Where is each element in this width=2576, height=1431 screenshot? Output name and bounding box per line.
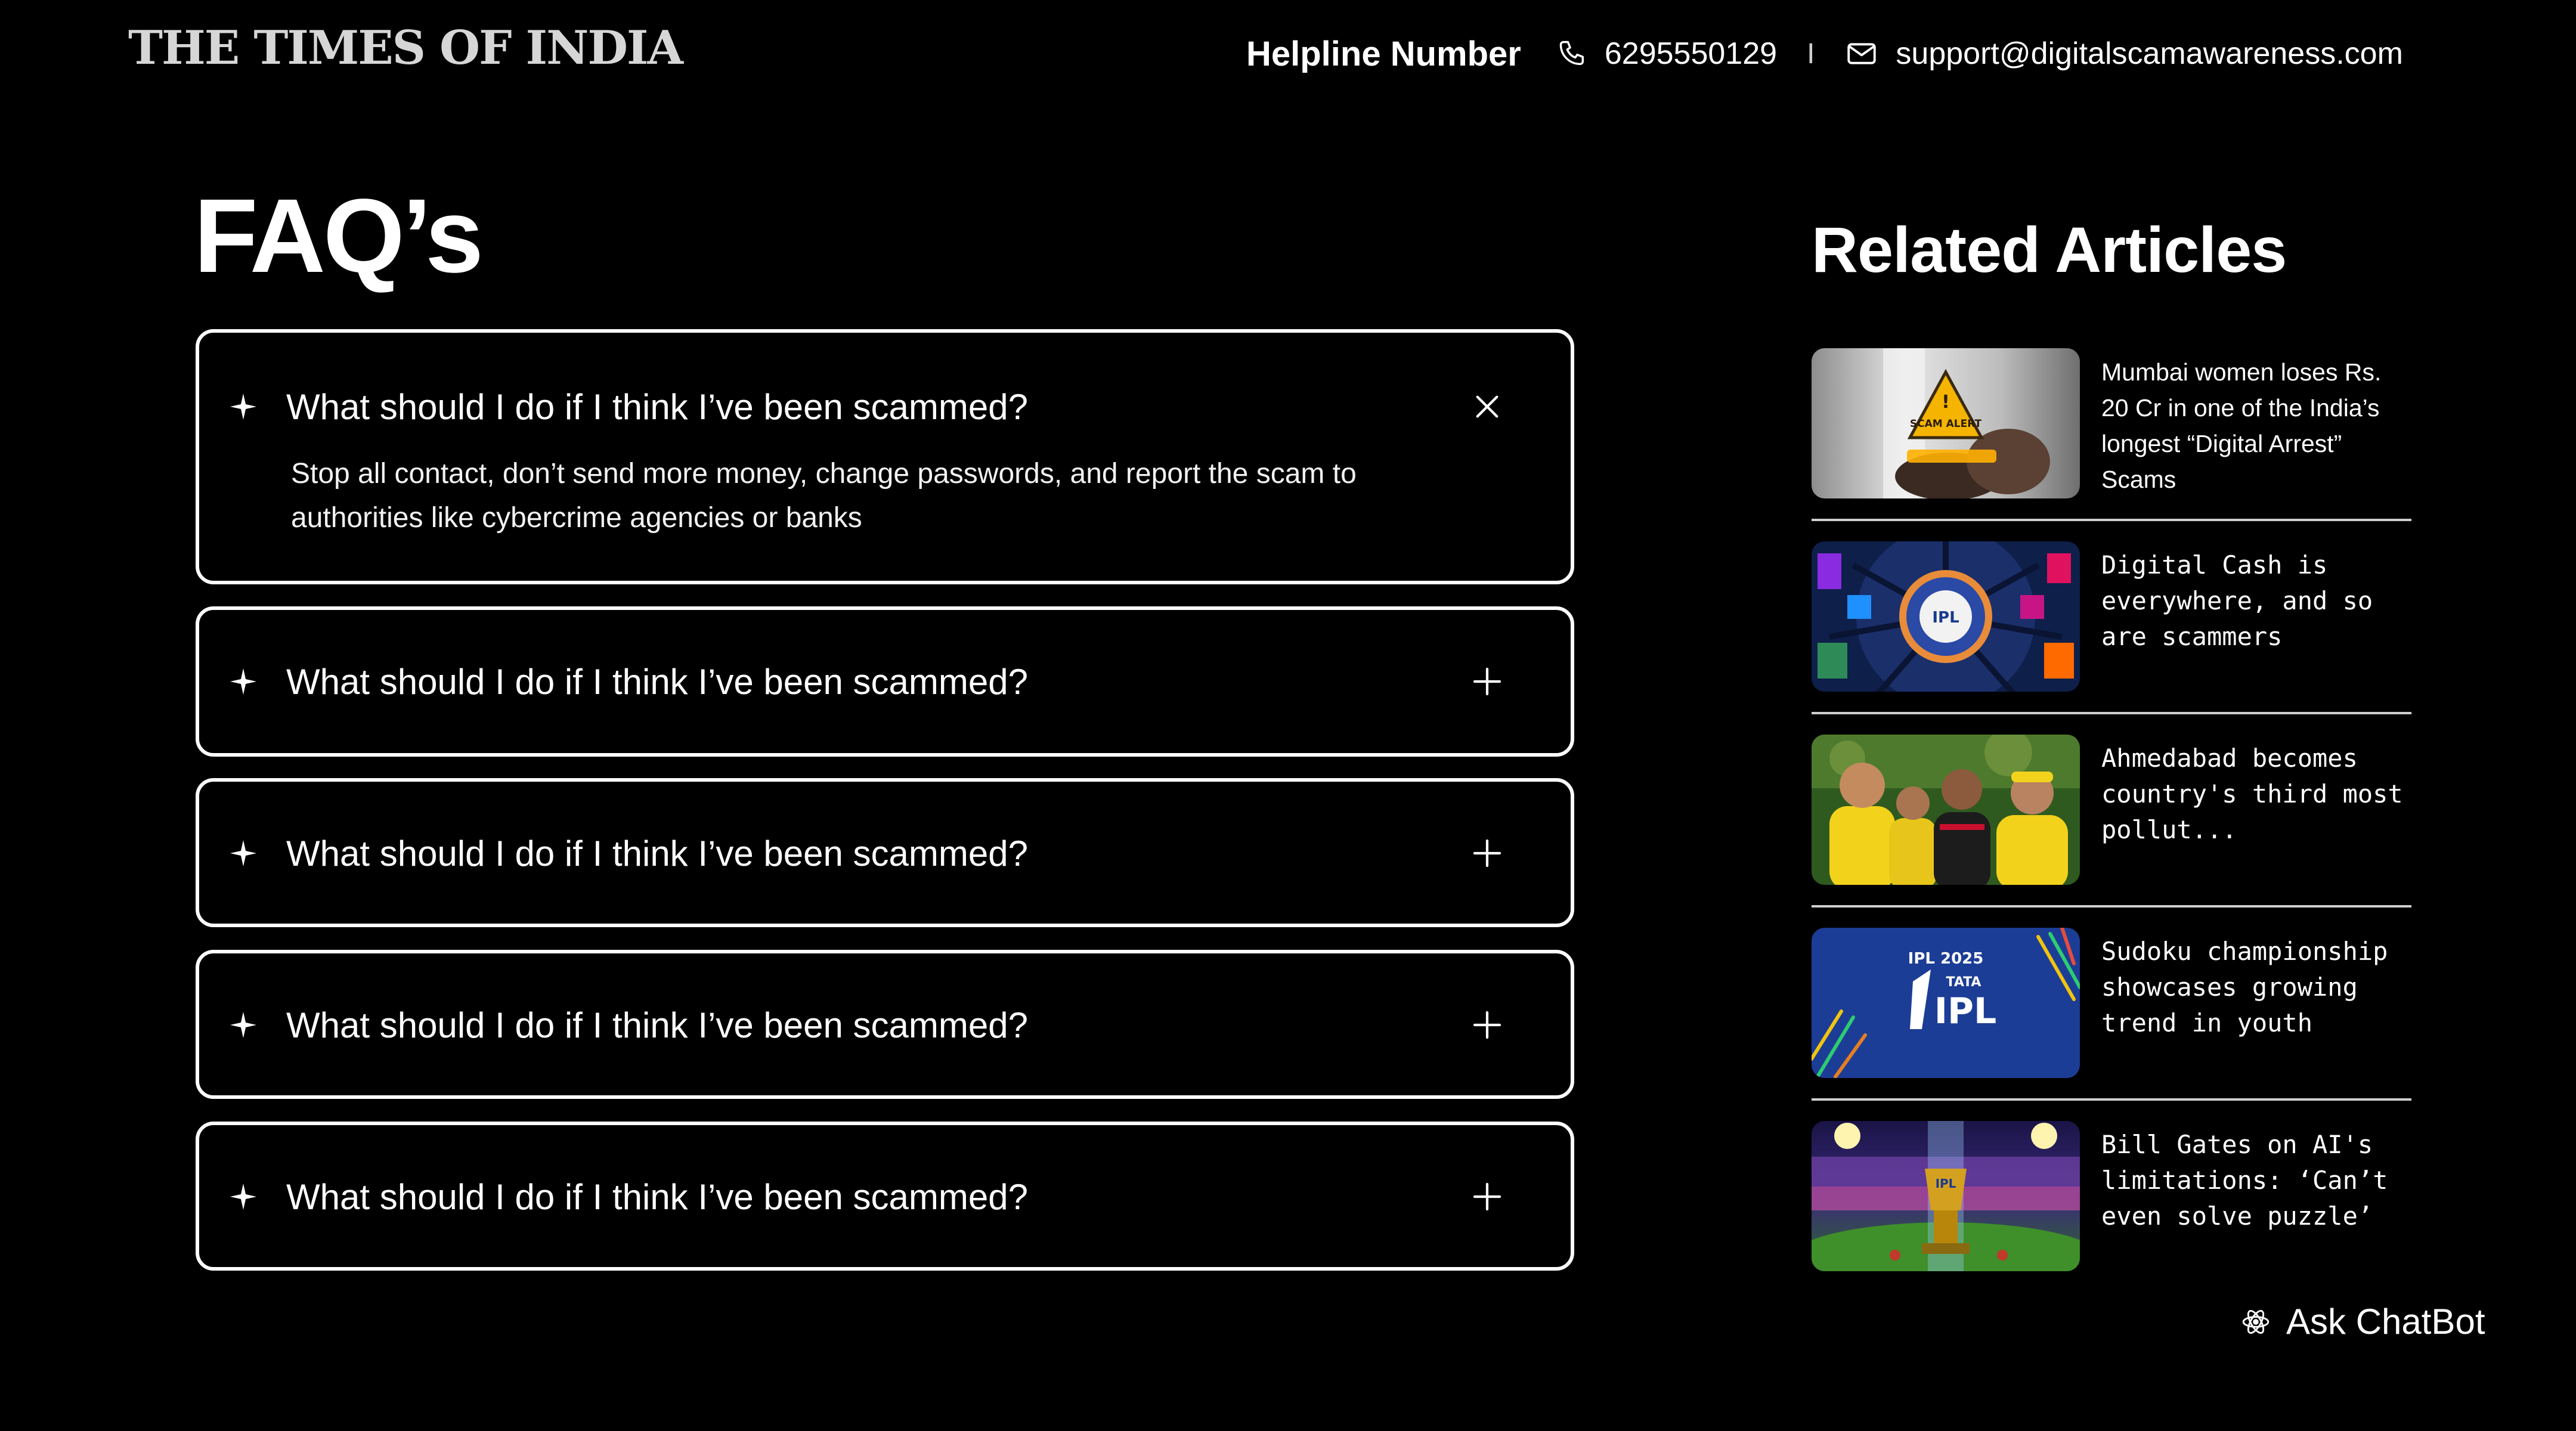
- tata-label: TATA: [1946, 975, 1981, 990]
- plus-icon[interactable]: [1470, 665, 1504, 698]
- ipl-stadium-thumbnail[interactable]: IPL: [1812, 1121, 2080, 1271]
- sparkle-icon: [230, 1012, 256, 1038]
- phone-number[interactable]: 6295550129: [1605, 36, 1777, 72]
- contact-bar: Helpline Number 6295550129 I support@dig…: [1246, 31, 2403, 76]
- ipl-2025-label: IPL 2025: [1908, 950, 1984, 968]
- faq-item[interactable]: What should I do if I think I’ve been sc…: [196, 606, 1574, 757]
- svg-text:!: !: [1942, 392, 1950, 413]
- close-icon[interactable]: [1470, 390, 1504, 423]
- faq-answer: Stop all contact, don’t send more money,…: [291, 458, 1357, 534]
- article-divider: [1812, 905, 2411, 907]
- article-title[interactable]: Mumbai women loses Rs. 20 Cr in one of t…: [2101, 354, 2411, 497]
- mail-icon: [1847, 43, 1877, 64]
- ipl-2025-logo-thumbnail[interactable]: IPL 2025 TATA IPL: [1812, 928, 2080, 1078]
- sparkle-icon: [230, 394, 256, 420]
- plus-icon[interactable]: [1470, 1008, 1504, 1042]
- support-email-link[interactable]: support@digitalscamawareness.com: [1896, 36, 2402, 72]
- related-article[interactable]: Ahmedabad becomes country's third most p…: [1812, 735, 2411, 885]
- faq-item[interactable]: What should I do if I think I’ve been sc…: [196, 950, 1574, 1099]
- article-title[interactable]: Sudoku championship showcases growing tr…: [2101, 934, 2411, 1041]
- contact-separator: I: [1807, 38, 1815, 70]
- ipl-logo-label: IPL: [1934, 990, 1997, 1032]
- faq-question-row[interactable]: What should I do if I think I’ve been sc…: [199, 989, 1571, 1061]
- faq-question: What should I do if I think I’ve been sc…: [286, 386, 1028, 427]
- sparkle-icon: [230, 668, 256, 695]
- sparkle-icon: [230, 840, 256, 866]
- stadium-ipl-label: IPL: [1936, 1176, 1956, 1191]
- faq-question-row[interactable]: What should I do if I think I’ve been sc…: [199, 817, 1571, 889]
- scam-alert-thumbnail[interactable]: ! SCAM ALERT: [1812, 348, 2080, 498]
- plus-icon[interactable]: [1470, 837, 1504, 870]
- faq-question-row[interactable]: What should I do if I think I’ve been sc…: [199, 371, 1571, 442]
- related-article[interactable]: ! SCAM ALERT Mumbai women loses Rs. 20 C…: [1812, 348, 2411, 498]
- chatbot-label[interactable]: Ask ChatBot: [2286, 1301, 2485, 1342]
- related-articles-title: Related Articles: [1812, 213, 2287, 286]
- article-divider: [1812, 1098, 2411, 1101]
- faq-item[interactable]: What should I do if I think I’ve been sc…: [196, 778, 1574, 927]
- site-logo[interactable]: THE TIMES OF INDIA: [128, 25, 683, 72]
- atom-icon: [2242, 1309, 2270, 1334]
- article-divider: [1812, 519, 2411, 521]
- related-article[interactable]: IPL Digital Cash is everywhere, and so a…: [1812, 541, 2411, 692]
- phone-icon: [1559, 41, 1584, 66]
- faq-question: What should I do if I think I’ve been sc…: [286, 1176, 1028, 1217]
- faq-question: What should I do if I think I’ve been sc…: [286, 1005, 1028, 1045]
- plus-icon[interactable]: [1470, 1180, 1504, 1213]
- sparkle-icon: [230, 1184, 256, 1210]
- ipl-badge: IPL: [1932, 609, 1959, 627]
- ipl-wheel-thumbnail[interactable]: IPL: [1812, 541, 2080, 692]
- helpline-label: Helpline Number: [1246, 34, 1521, 73]
- faq-item[interactable]: What should I do if I think I’ve been sc…: [196, 1122, 1574, 1271]
- faq-question: What should I do if I think I’ve been sc…: [286, 661, 1028, 702]
- related-article[interactable]: IPL 2025 TATA IPL Sudoku championship sh…: [1812, 928, 2411, 1078]
- faq-question-row[interactable]: What should I do if I think I’ve been sc…: [199, 646, 1571, 717]
- faq-item: What should I do if I think I’ve been sc…: [196, 329, 1574, 584]
- article-divider: [1812, 712, 2411, 714]
- scam-alert-badge: SCAM ALERT: [1910, 418, 1982, 430]
- faq-question: What should I do if I think I’ve been sc…: [286, 833, 1028, 874]
- ask-chatbot-button[interactable]: Ask ChatBot: [2241, 1301, 2485, 1342]
- article-title[interactable]: Bill Gates on AI's limitations: ‘Can’t e…: [2101, 1127, 2411, 1234]
- article-title[interactable]: Digital Cash is everywhere, and so are s…: [2101, 547, 2411, 655]
- faq-question-row[interactable]: What should I do if I think I’ve been sc…: [199, 1161, 1571, 1232]
- related-article[interactable]: IPL Bill Gates on AI's limitations: ‘Can…: [1812, 1121, 2411, 1271]
- article-title[interactable]: Ahmedabad becomes country's third most p…: [2101, 741, 2411, 848]
- faq-title: FAQ’s: [194, 178, 484, 295]
- cricket-players-thumbnail[interactable]: [1812, 735, 2080, 885]
